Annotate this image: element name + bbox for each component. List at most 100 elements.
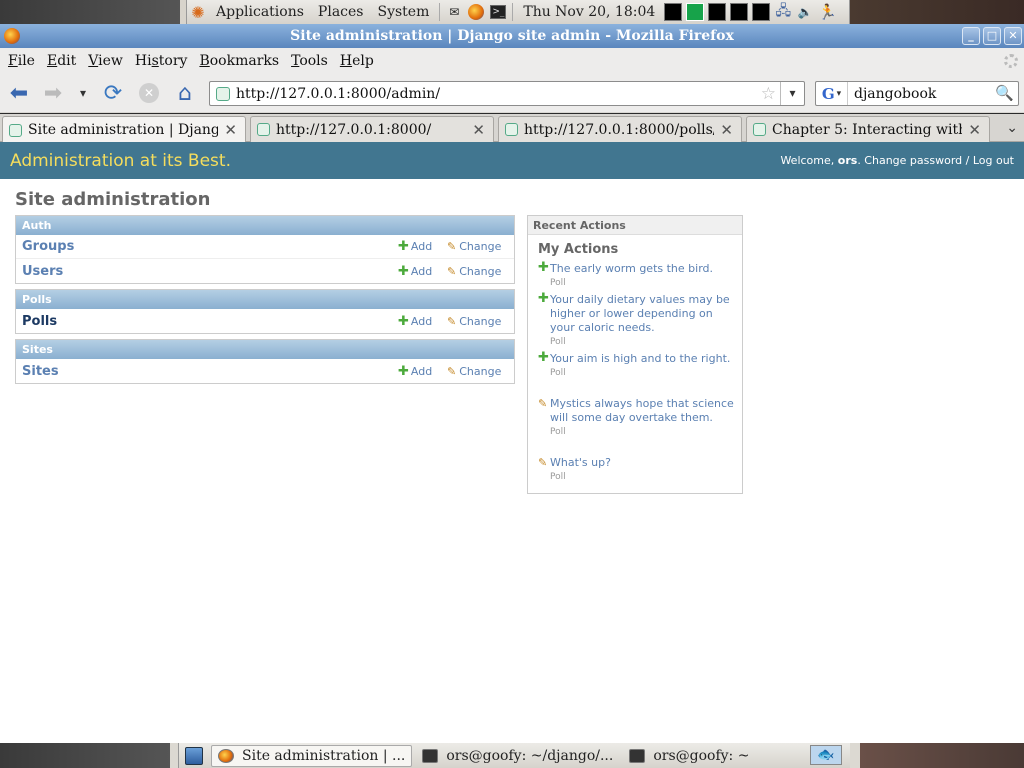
history-dropdown-icon[interactable]: ▾ xyxy=(70,81,96,105)
module-caption[interactable]: Sites xyxy=(16,340,514,359)
recent-action-link[interactable]: What's up? xyxy=(550,456,734,470)
clock[interactable]: Thu Nov 20, 18:04 xyxy=(516,4,662,20)
close-window-button[interactable]: ✕ xyxy=(1004,27,1022,45)
menu-bookmarks[interactable]: Bookmarks xyxy=(193,53,285,69)
menu-tools-rest: ools xyxy=(299,52,328,69)
menu-help[interactable]: Help xyxy=(334,53,380,69)
tab-site-administration[interactable]: Site administration | Djang... ✕ xyxy=(2,116,246,143)
user-tools: Welcome, ors. Change password / Log out xyxy=(780,154,1014,167)
mail-icon[interactable]: ✉ xyxy=(445,3,463,21)
tab-label: Site administration | Djang... xyxy=(28,122,218,138)
menu-file-accel: F xyxy=(8,52,18,69)
add-link[interactable]: ✚ Add xyxy=(398,365,432,378)
model-link-groups[interactable]: Groups xyxy=(22,239,74,254)
search-bar[interactable]: G ▾ djangobook 🔍 xyxy=(815,81,1019,106)
change-link[interactable]: ✎ Change xyxy=(447,365,501,378)
activity-throbber-icon xyxy=(1004,54,1018,68)
screen: ✺ Applications Places System ✉ >_ Thu No… xyxy=(0,0,1024,768)
taskbar: Site administration | ... ors@goofy: ~/d… xyxy=(178,743,850,768)
menu-history-accel: s xyxy=(151,52,159,69)
terminal-launcher-icon[interactable]: >_ xyxy=(489,3,507,21)
menu-places[interactable]: Places xyxy=(311,4,371,20)
recent-action-link[interactable]: Your daily dietary values may be higher … xyxy=(550,293,734,335)
bookmark-star-icon[interactable]: ☆ xyxy=(761,84,776,104)
forward-button[interactable]: ➡ xyxy=(40,81,66,106)
url-bar[interactable]: http://127.0.0.1:8000/admin/ ☆ ▾ xyxy=(209,81,805,106)
stop-button[interactable]: ✕ xyxy=(136,81,162,105)
ubuntu-logo-icon[interactable]: ✺ xyxy=(189,3,207,22)
workspace-4[interactable] xyxy=(730,3,749,21)
show-desktop-icon[interactable] xyxy=(185,746,203,765)
menu-file-rest: ile xyxy=(17,52,35,69)
recent-action-item: ✚ Your daily dietary values may be highe… xyxy=(538,292,734,347)
workspace-3[interactable] xyxy=(708,3,727,21)
workspace-5[interactable] xyxy=(752,3,771,21)
workspace-2[interactable] xyxy=(686,3,705,21)
add-link[interactable]: ✚ Add xyxy=(398,265,432,278)
tab-localhost[interactable]: http://127.0.0.1:8000/ ✕ xyxy=(250,116,494,142)
task-terminal-home[interactable]: ors@goofy: ~ xyxy=(623,745,755,767)
menu-system[interactable]: System xyxy=(370,4,436,20)
recent-action-link[interactable]: The early worm gets the bird. xyxy=(550,262,734,276)
tab-chapter-5[interactable]: Chapter 5: Interacting with... ✕ xyxy=(746,116,990,142)
model-link-users[interactable]: Users xyxy=(22,264,63,279)
change-label: Change xyxy=(459,240,502,253)
menu-edit[interactable]: Edit xyxy=(41,53,82,69)
page-content: Administration at its Best. Welcome, ors… xyxy=(0,142,1024,743)
logout-icon[interactable]: 🏃 xyxy=(818,3,837,21)
search-input[interactable]: djangobook xyxy=(854,86,936,102)
workspace-1[interactable] xyxy=(664,3,683,21)
menu-file[interactable]: File xyxy=(2,53,41,69)
change-link[interactable]: ✎ Change xyxy=(447,265,501,278)
tab-close-icon[interactable]: ✕ xyxy=(224,121,237,139)
tab-favicon-icon xyxy=(753,123,766,136)
menu-history[interactable]: History xyxy=(129,53,194,69)
recent-actions-caption: Recent Actions xyxy=(528,216,742,235)
model-link-sites[interactable]: Sites xyxy=(22,364,59,379)
model-link-polls[interactable]: Polls xyxy=(22,314,57,329)
tab-polls-2[interactable]: http://127.0.0.1:8000/polls/2/ ✕ xyxy=(498,116,742,142)
url-text[interactable]: http://127.0.0.1:8000/admin/ xyxy=(236,86,440,102)
menu-edit-rest: dit xyxy=(57,52,77,69)
change-link[interactable]: ✎ Change xyxy=(447,240,501,253)
task-terminal-django[interactable]: ors@goofy: ~/django/... xyxy=(416,745,619,767)
menu-applications[interactable]: Applications xyxy=(209,4,311,20)
url-dropdown-icon[interactable]: ▾ xyxy=(780,82,804,105)
module-caption[interactable]: Auth xyxy=(16,216,514,235)
firefox-app-icon[interactable] xyxy=(4,28,20,44)
site-brand[interactable]: Administration at its Best. xyxy=(10,151,231,171)
add-plus-icon: ✚ xyxy=(398,239,409,254)
tab-close-icon[interactable]: ✕ xyxy=(472,121,485,139)
recent-action-link[interactable]: Mystics always hope that science will so… xyxy=(550,397,734,425)
tab-close-icon[interactable]: ✕ xyxy=(968,121,981,139)
volume-icon[interactable]: 🔈 xyxy=(796,3,814,21)
search-engine-icon[interactable]: G ▾ xyxy=(816,82,848,105)
recent-action-link[interactable]: Your aim is high and to the right. xyxy=(550,352,734,366)
recent-actions-panel: Recent Actions My Actions ✚ The early wo… xyxy=(527,215,743,494)
window-titlebar[interactable]: Site administration | Django site admin … xyxy=(0,24,1024,48)
change-link[interactable]: ✎ Change xyxy=(447,315,501,328)
fish-applet-icon[interactable]: 🐟 xyxy=(810,745,842,765)
page-title: Site administration xyxy=(15,189,211,210)
add-link[interactable]: ✚ Add xyxy=(398,240,432,253)
add-link[interactable]: ✚ Add xyxy=(398,315,432,328)
user-links[interactable]: . Change password / Log out xyxy=(857,154,1014,167)
network-icon[interactable]: 🖧 xyxy=(774,3,792,21)
minimize-button[interactable]: _ xyxy=(962,27,980,45)
menu-tools[interactable]: Tools xyxy=(285,53,334,69)
module-caption[interactable]: Polls xyxy=(16,290,514,309)
back-button[interactable]: ⬅ xyxy=(6,81,32,106)
add-plus-icon: ✚ xyxy=(398,263,409,279)
tab-list-chevron-down-icon[interactable]: ⌄ xyxy=(1006,120,1018,136)
recent-action-item: ✎ What's up? Poll xyxy=(538,456,734,482)
tab-close-icon[interactable]: ✕ xyxy=(720,121,733,139)
task-label: Site administration | ... xyxy=(242,747,406,764)
reload-button[interactable]: ⟳ xyxy=(100,81,126,106)
maximize-button[interactable]: □ xyxy=(983,27,1001,45)
home-button[interactable]: ⌂ xyxy=(172,81,198,106)
search-magnifier-icon[interactable]: 🔍 xyxy=(995,84,1014,102)
firefox-launcher-icon[interactable] xyxy=(467,3,485,21)
task-firefox[interactable]: Site administration | ... xyxy=(211,744,413,767)
menu-view[interactable]: View xyxy=(82,53,129,69)
model-row-sites: Sites ✚ Add ✎ Change xyxy=(16,359,514,383)
